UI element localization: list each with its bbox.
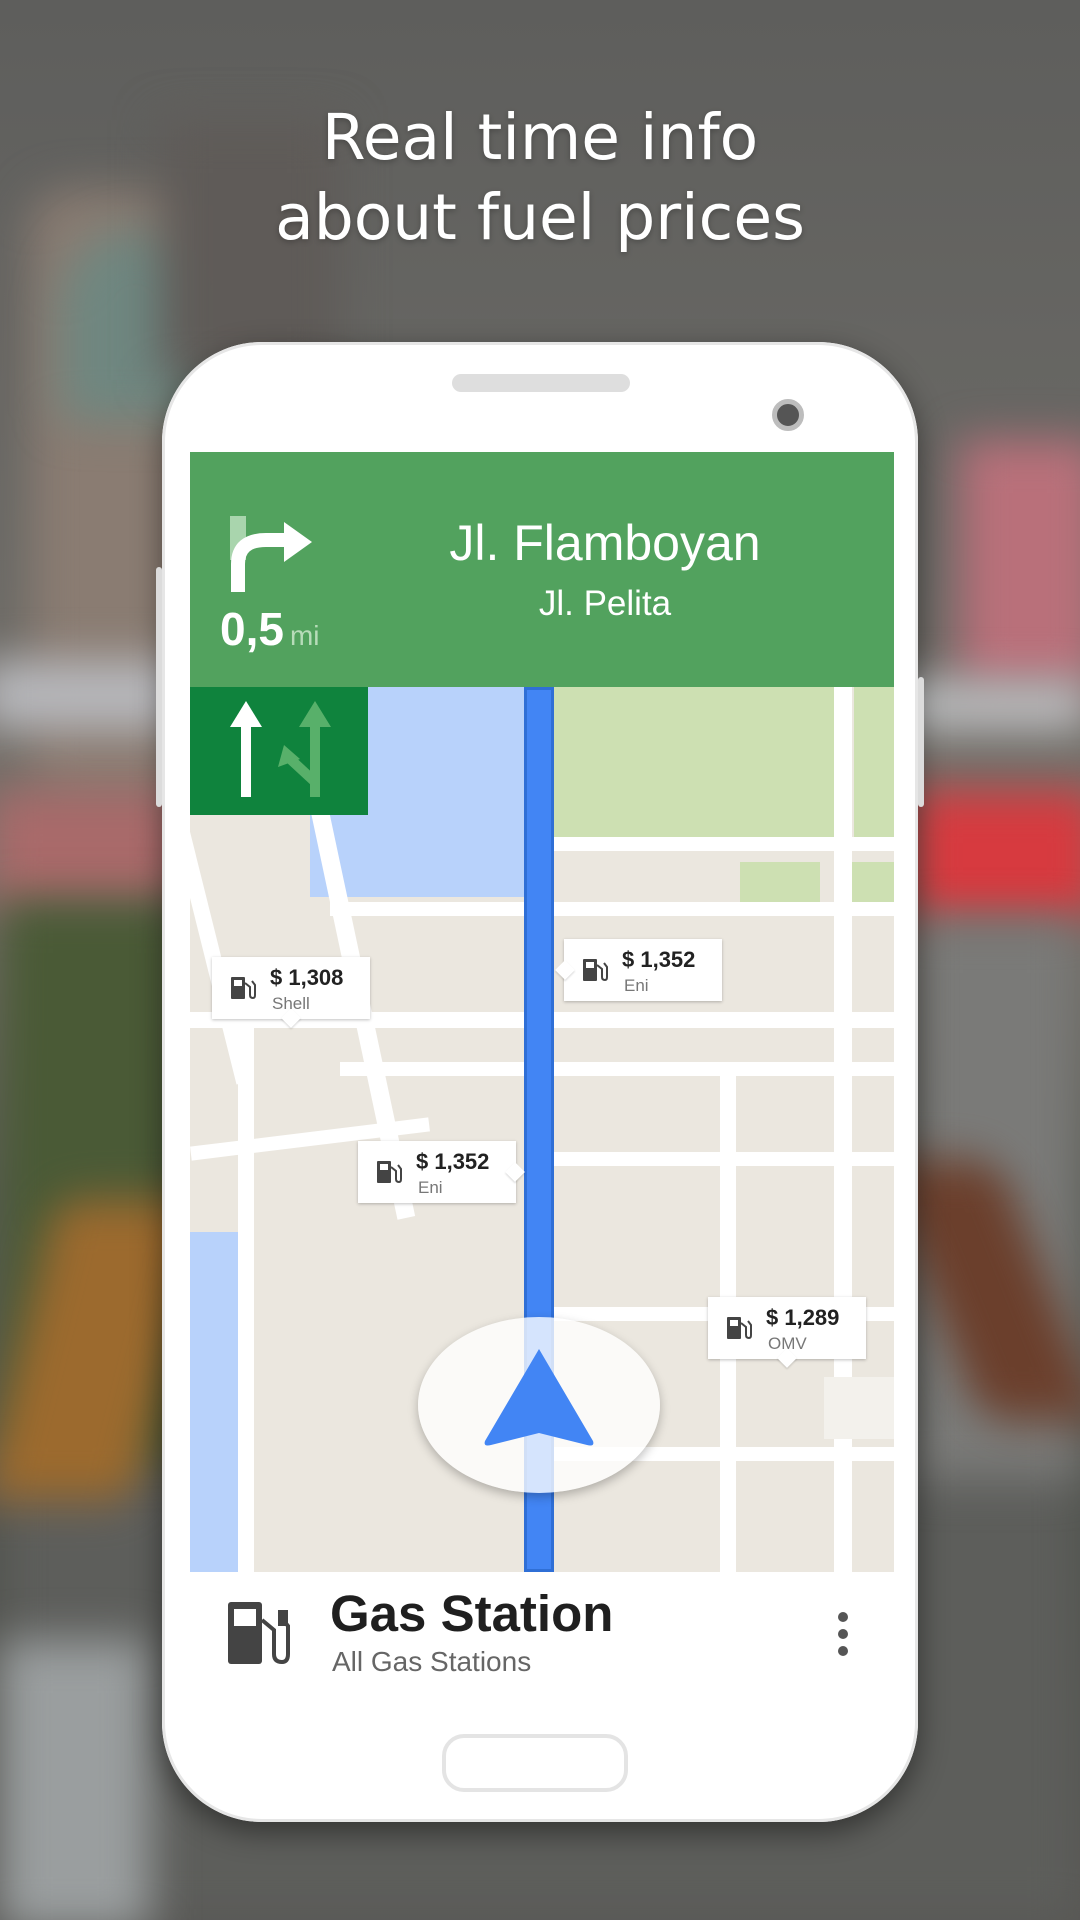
distance-to-turn: 0,5 mi bbox=[220, 602, 320, 656]
lane-straight-icon bbox=[230, 701, 262, 797]
brand-name: Shell bbox=[272, 994, 310, 1013]
current-location-puck bbox=[418, 1317, 660, 1493]
price-value: $ 1,352 bbox=[416, 1149, 490, 1174]
distance-value: 0,5 bbox=[220, 603, 284, 655]
park-area bbox=[854, 687, 894, 837]
price-tag-omv[interactable]: $ 1,289 OMV bbox=[708, 1297, 866, 1368]
earpiece-speaker bbox=[452, 374, 630, 392]
lane-fork-left-icon bbox=[278, 701, 331, 797]
lane-guidance bbox=[190, 687, 368, 815]
park-area bbox=[554, 687, 836, 837]
more-vert-icon[interactable] bbox=[836, 1612, 850, 1658]
headline-line-2: about fuel prices bbox=[275, 181, 805, 254]
navigation-header[interactable]: 0,5 mi Jl. Flamboyan Jl. Pelita bbox=[190, 452, 894, 687]
gas-pump-icon bbox=[228, 1602, 290, 1665]
brand-name: Eni bbox=[418, 1178, 443, 1197]
navigation-arrow-icon bbox=[484, 1349, 594, 1446]
destination-card[interactable]: Gas Station All Gas Stations bbox=[190, 1574, 894, 1692]
turn-right-icon bbox=[230, 516, 312, 592]
gas-pump-icon bbox=[231, 977, 256, 1000]
volume-button bbox=[156, 567, 162, 807]
price-tag-eni-right[interactable]: $ 1,352 Eni bbox=[555, 939, 722, 1001]
phone-screen: $ 1,308 Shell $ 1,352 Eni $ 1,352 Eni $ … bbox=[190, 452, 894, 1572]
card-subtitle: All Gas Stations bbox=[332, 1646, 532, 1677]
phone-frame: $ 1,308 Shell $ 1,352 Eni $ 1,352 Eni $ … bbox=[156, 342, 924, 1822]
water-area bbox=[190, 1232, 238, 1572]
brand-name: Eni bbox=[624, 976, 649, 995]
park-area bbox=[740, 862, 820, 902]
headline-line-1: Real time info bbox=[321, 101, 759, 174]
brand-name: OMV bbox=[768, 1334, 807, 1353]
gas-pump-icon bbox=[377, 1161, 402, 1184]
promo-headline: Real time info about fuel prices bbox=[0, 98, 1080, 258]
price-value: $ 1,308 bbox=[270, 965, 344, 990]
price-tag-shell[interactable]: $ 1,308 Shell bbox=[212, 957, 370, 1028]
card-title: Gas Station bbox=[330, 1585, 614, 1642]
map-building bbox=[824, 1377, 894, 1439]
navigation-map[interactable]: $ 1,308 Shell $ 1,352 Eni $ 1,352 Eni $ … bbox=[190, 687, 894, 1572]
power-button bbox=[918, 677, 924, 807]
home-button[interactable] bbox=[442, 1734, 628, 1792]
gas-pump-icon bbox=[583, 959, 608, 982]
distance-unit: mi bbox=[289, 620, 320, 651]
price-value: $ 1,352 bbox=[622, 947, 696, 972]
price-value: $ 1,289 bbox=[766, 1305, 840, 1330]
price-tag-eni-left[interactable]: $ 1,352 Eni bbox=[358, 1141, 525, 1203]
next-street-name: Jl. Flamboyan bbox=[449, 515, 761, 571]
cross-street-name: Jl. Pelita bbox=[538, 584, 672, 623]
front-camera bbox=[772, 399, 804, 431]
gas-pump-icon bbox=[727, 1317, 752, 1340]
